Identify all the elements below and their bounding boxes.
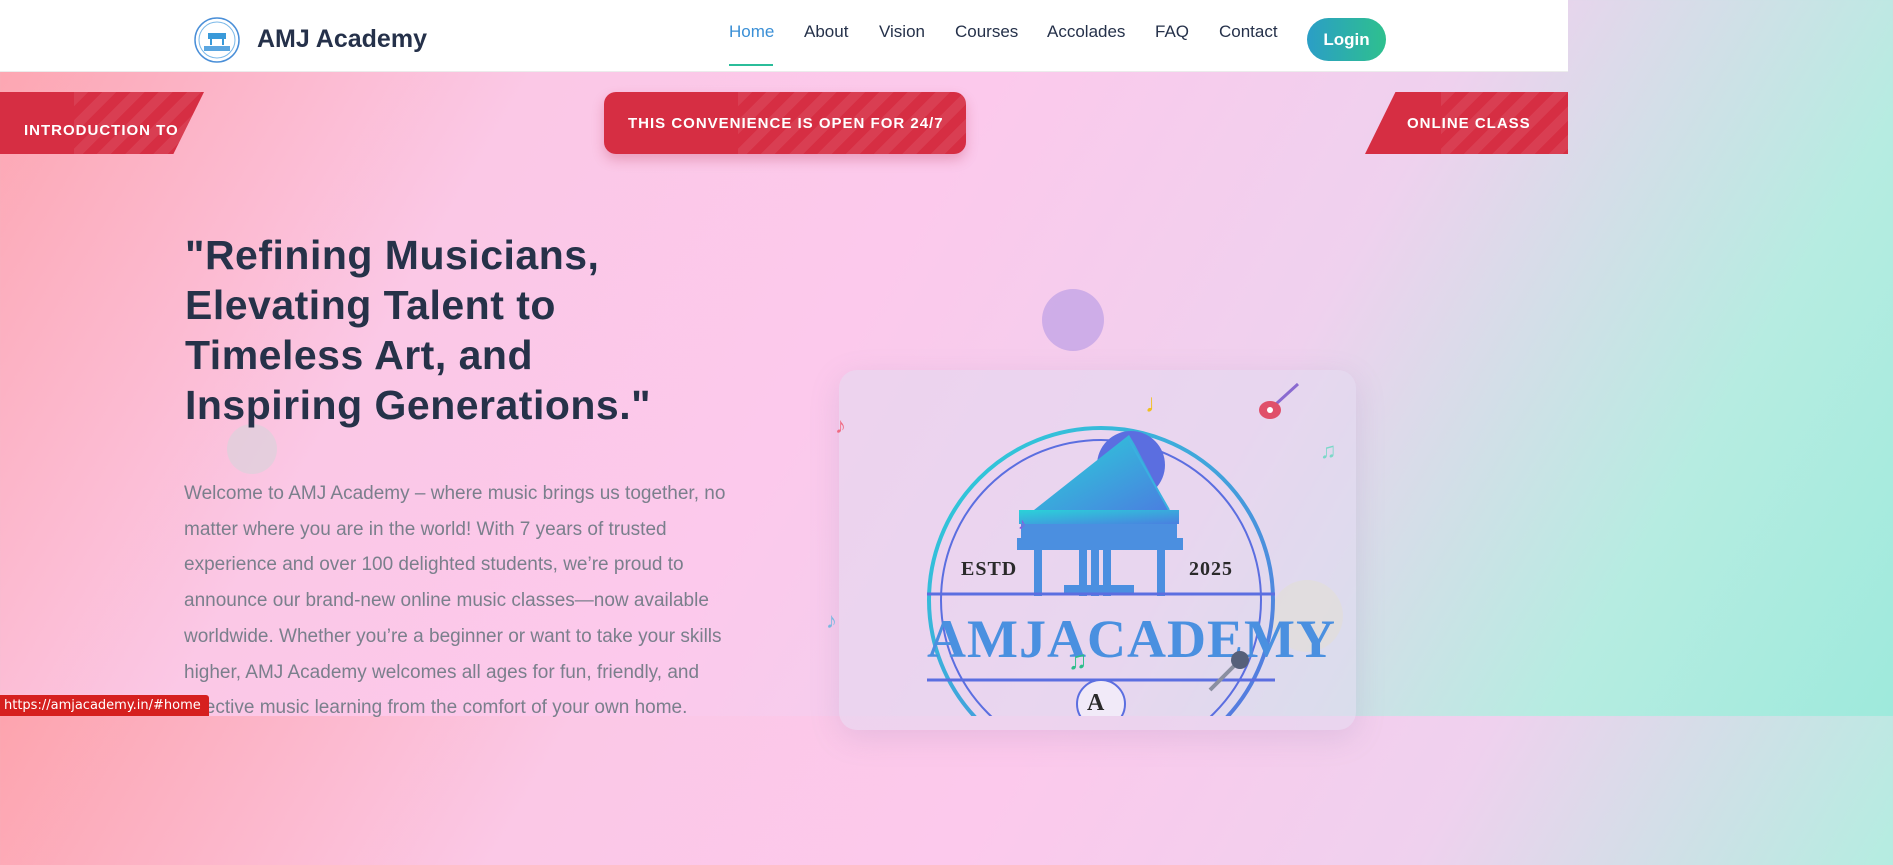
nav-vision[interactable]: Vision — [879, 22, 925, 42]
nav-faq[interactable]: FAQ — [1155, 22, 1189, 42]
hero-title-line: Elevating Talent to — [185, 282, 556, 328]
nav-accolades[interactable]: Accolades — [1047, 22, 1125, 42]
guitar-icon — [1259, 382, 1300, 419]
link-preview-status: https://amjacademy.in/#home — [0, 695, 209, 716]
estd-label: ESTD — [961, 558, 1018, 580]
ribbon-online-class: ONLINE CLASS — [1365, 92, 1568, 154]
hero-title-line: "Refining Musicians, — [185, 232, 600, 278]
hero-title: "Refining Musicians, Elevating Talent to… — [185, 230, 785, 430]
nav-courses[interactable]: Courses — [955, 22, 1018, 42]
ribbon-right-label: ONLINE CLASS — [1407, 115, 1531, 132]
decor-bubble — [227, 424, 277, 474]
hero-title-line: Inspiring Generations." — [185, 382, 652, 428]
music-note-icon: ♪ — [1018, 516, 1026, 533]
ribbon-convenience: THIS CONVENIENCE IS OPEN FOR 24/7 — [604, 92, 966, 154]
hero-title-line: Timeless Art, and — [185, 332, 534, 378]
active-nav-underline — [729, 64, 773, 66]
nav-about[interactable]: About — [804, 22, 848, 42]
ribbon-center-label: THIS CONVENIENCE IS OPEN FOR 24/7 — [628, 115, 944, 132]
music-notes-icon: ♫ — [1068, 645, 1088, 675]
estd-year: 2025 — [1189, 558, 1233, 580]
ribbon-introduction: INTRODUCTION TO — [0, 92, 204, 154]
top-navbar: AMJ Academy Home About Vision Courses Ac… — [0, 0, 1568, 72]
music-note-icon: ♩ — [1145, 388, 1171, 418]
nav-home[interactable]: Home — [729, 22, 774, 42]
nav-contact[interactable]: Contact — [1219, 22, 1278, 42]
academy-logo[interactable] — [193, 16, 241, 64]
monogram-letter: A — [1087, 690, 1105, 716]
microphone-icon — [1208, 651, 1249, 692]
music-notes-icon: ♫ — [1320, 438, 1337, 463]
music-note-icon: ♪ — [835, 413, 846, 438]
ribbon-left-label: INTRODUCTION TO — [24, 122, 179, 139]
brand-name[interactable]: AMJ Academy — [257, 25, 427, 54]
music-note-icon: ♪ — [826, 608, 837, 633]
hero-description: Welcome to AMJ Academy – where music bri… — [184, 483, 726, 719]
academy-logo-card: ESTD 2025 AMJACADEMY A — [839, 370, 1356, 774]
login-button[interactable]: Login — [1307, 18, 1386, 61]
decor-bubble — [1042, 289, 1104, 351]
